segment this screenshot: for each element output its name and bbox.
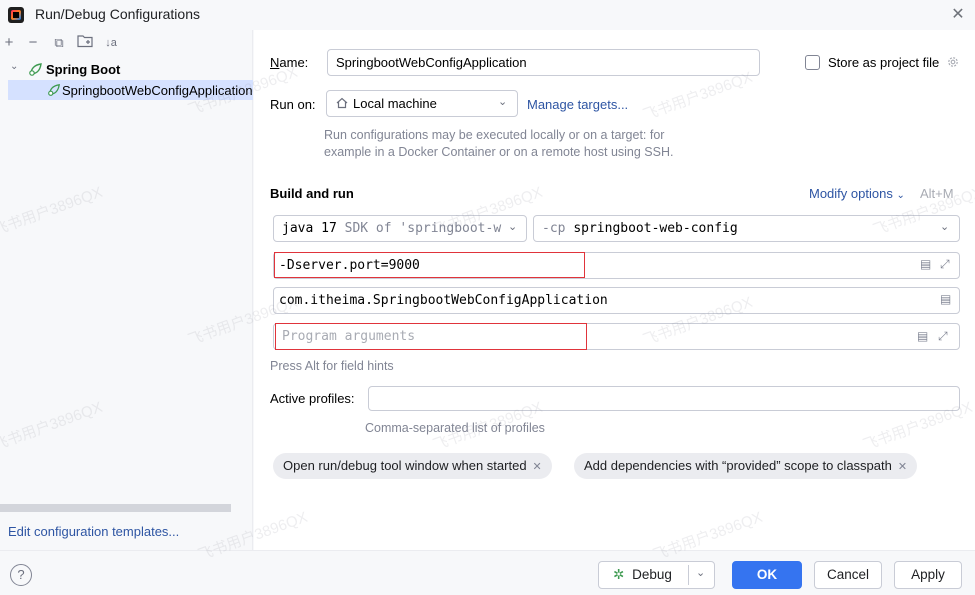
tree-root-label: Spring Boot: [46, 62, 121, 77]
split-divider: [688, 565, 689, 585]
chip-provided-scope[interactable]: Add dependencies with “provided” scope t…: [574, 453, 918, 479]
tree-node-spring-boot[interactable]: [8, 60, 248, 80]
modify-options-label: Modify options: [809, 186, 893, 201]
chevron-down-icon[interactable]: ⌄: [696, 566, 705, 579]
chevron-down-icon: ⌄: [896, 190, 905, 201]
spring-boot-app-icon: [47, 82, 62, 100]
name-input[interactable]: SpringbootWebConfigApplication: [327, 49, 760, 76]
remove-icon[interactable]: −: [24, 34, 42, 52]
chip-provided-scope-label: Add dependencies with “provided” scope t…: [584, 458, 892, 473]
configurations-tree-panel: [0, 30, 253, 550]
apply-button[interactable]: Apply: [894, 561, 962, 589]
intellij-app-icon: [8, 7, 24, 23]
close-icon[interactable]: ✕: [533, 461, 542, 473]
home-icon: [336, 97, 348, 112]
store-as-project-checkbox[interactable]: [805, 55, 820, 70]
cp-value: springboot-web-config: [573, 221, 738, 236]
cancel-button[interactable]: Cancel: [814, 561, 882, 589]
copy-icon[interactable]: ⧉: [50, 34, 68, 52]
modify-options-link[interactable]: Modify options ⌄: [809, 186, 905, 201]
new-folder-icon[interactable]: [76, 34, 94, 52]
chip-open-tool-window-label: Open run/debug tool window when started: [283, 458, 527, 473]
store-as-project-label: Store as project file: [828, 55, 940, 70]
list-icon[interactable]: ▤: [917, 329, 928, 343]
close-icon[interactable]: ✕: [946, 4, 970, 26]
highlight-box-vm-options: [274, 252, 585, 278]
chevron-down-icon[interactable]: ⌄: [508, 220, 517, 233]
run-on-hint-line-1: Run configurations may be executed local…: [324, 128, 665, 142]
close-icon[interactable]: ✕: [898, 461, 907, 473]
edit-templates-link[interactable]: Edit configuration templates...: [8, 524, 179, 539]
manage-targets-link[interactable]: Manage targets...: [527, 97, 628, 112]
chip-open-tool-window[interactable]: Open run/debug tool window when started ✕: [273, 453, 552, 479]
active-profiles-label: Active profiles:: [270, 391, 355, 406]
sdk-detail: SDK of 'springboot-w: [344, 221, 502, 236]
tree-child-label: SpringbootWebConfigApplication: [62, 83, 252, 98]
active-profiles-input[interactable]: [368, 386, 960, 411]
profiles-hint: Comma-separated list of profiles: [365, 421, 545, 435]
chevron-down-icon[interactable]: ⌄: [10, 61, 18, 72]
sdk-value: java 17: [282, 221, 337, 236]
help-icon[interactable]: ?: [10, 564, 32, 586]
chevron-down-icon[interactable]: ⌄: [940, 220, 949, 233]
classpath-select[interactable]: -cp springboot-web-config: [533, 215, 960, 242]
sdk-select[interactable]: java 17 SDK of 'springboot-w: [273, 215, 527, 242]
list-icon[interactable]: ▤: [920, 257, 931, 271]
sort-icon[interactable]: ↓a: [102, 34, 120, 52]
window-title: Run/Debug Configurations: [35, 6, 200, 22]
ok-button[interactable]: OK: [732, 561, 802, 589]
modify-options-shortcut: Alt+M: [920, 186, 954, 201]
name-label: Name:: [270, 55, 309, 70]
browse-class-icon[interactable]: ▤: [940, 292, 951, 306]
expand-icon[interactable]: ⤢: [938, 329, 948, 344]
field-hints-text: Press Alt for field hints: [270, 359, 394, 373]
run-on-hint-line-2: example in a Docker Container or on a re…: [324, 145, 674, 159]
main-class-input[interactable]: com.itheima.SpringbootWebConfigApplicati…: [273, 287, 960, 314]
settings-gear-icon[interactable]: [946, 55, 960, 72]
build-and-run-heading: Build and run: [270, 186, 354, 201]
add-icon[interactable]: +: [0, 34, 18, 52]
run-on-select[interactable]: Local machine: [326, 90, 518, 117]
debug-label: Debug: [632, 567, 672, 582]
run-on-label: Run on:: [270, 97, 316, 112]
bug-icon: ✲: [613, 567, 625, 582]
expand-icon[interactable]: ⤢: [940, 257, 950, 272]
spring-boot-icon: [28, 61, 44, 80]
horizontal-scrollbar[interactable]: [0, 504, 231, 512]
highlight-box-program-arguments: [275, 323, 587, 350]
chevron-down-icon[interactable]: ⌄: [498, 95, 507, 108]
cp-prefix: -cp: [542, 221, 566, 236]
